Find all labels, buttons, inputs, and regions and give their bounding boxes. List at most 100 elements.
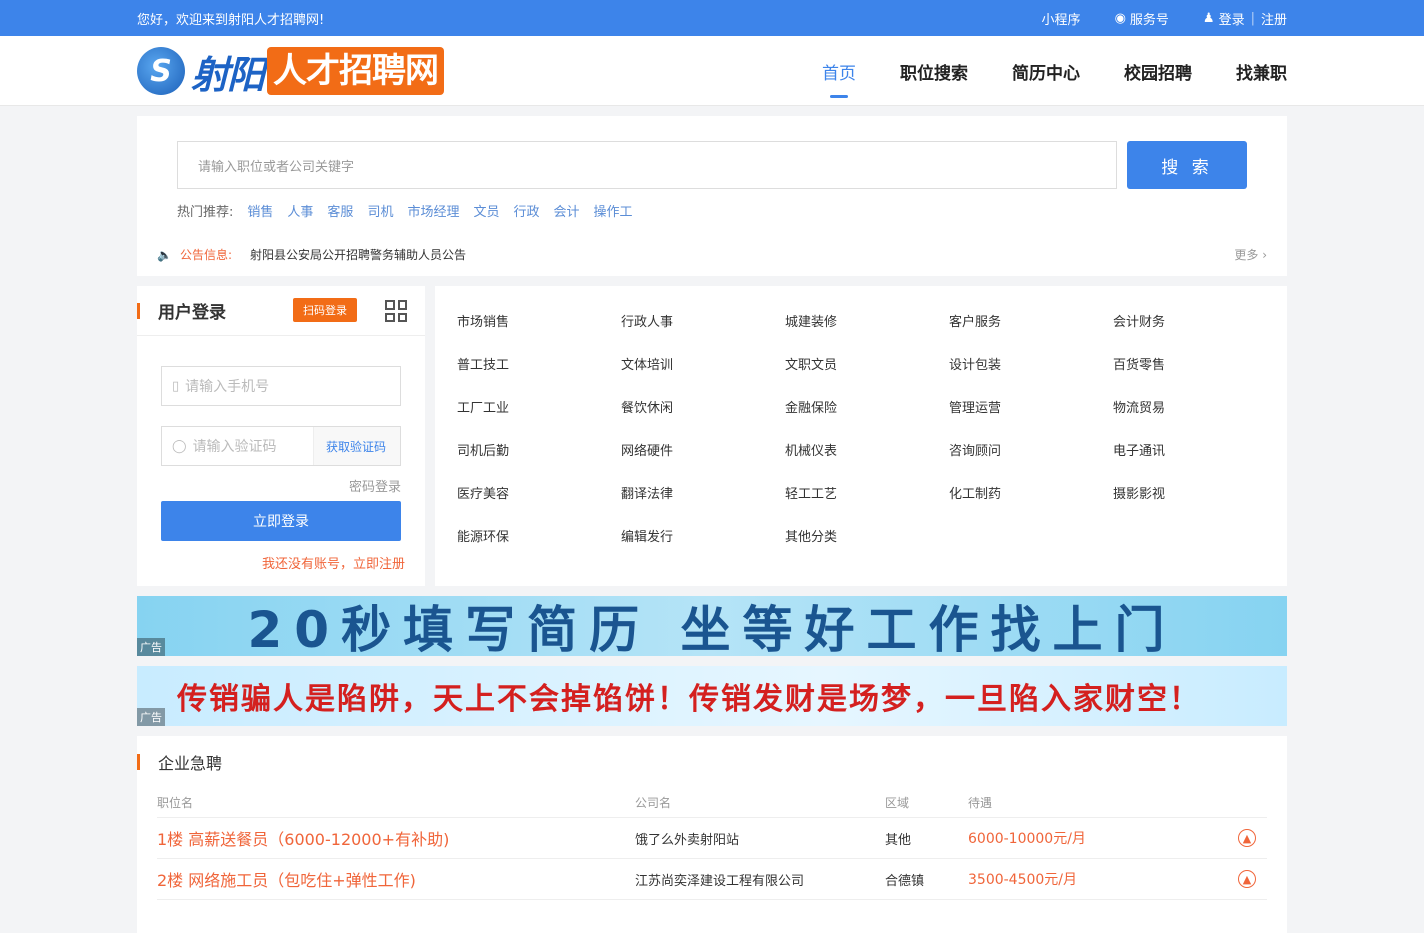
section-accent-bar (137, 302, 140, 319)
table-row[interactable]: 1楼 高薪送餐员（6000-12000+有补助) 饿了么外卖射阳站 其他 600… (157, 818, 1267, 859)
user-icon: ♟ (1202, 10, 1215, 26)
category-link[interactable]: 金融保险 (785, 397, 949, 440)
hot-keyword[interactable]: 会计 (554, 201, 580, 220)
column-header: 职位名 (157, 796, 194, 810)
get-code-button[interactable]: 获取验证码 (312, 427, 400, 465)
notice-more-link[interactable]: 更多 › (1234, 246, 1267, 263)
search-input[interactable]: 请输入职位或者公司关键字 (177, 141, 1117, 189)
category-link[interactable]: 物流贸易 (1113, 397, 1277, 440)
qr-login-tag[interactable]: 扫码登录 (293, 298, 357, 322)
hot-keyword[interactable]: 文员 (473, 201, 499, 220)
category-link[interactable]: 编辑发行 (621, 526, 785, 569)
search-button[interactable]: 搜 索 (1127, 141, 1247, 189)
login-panel: 用户登录 扫码登录 ▯ 请输入手机号 ◯ 请输入验证码 获取验证码 密码登录 立… (137, 286, 425, 586)
category-link[interactable]: 客户服务 (949, 311, 1113, 354)
area: 其他 (885, 832, 912, 848)
salary: 6000-10000元/月 (968, 831, 1086, 847)
category-link[interactable]: 医疗美容 (457, 483, 621, 526)
column-header: 区域 (885, 796, 910, 810)
salary: 3500-4500元/月 (968, 872, 1078, 888)
category-link[interactable]: 能源环保 (457, 526, 621, 569)
category-link[interactable]: 会计财务 (1113, 311, 1277, 354)
login-submit-button[interactable]: 立即登录 (161, 501, 401, 541)
category-link[interactable]: 司机后勤 (457, 440, 621, 483)
hot-keyword[interactable]: 客服 (327, 201, 353, 220)
column-header: 公司名 (635, 796, 672, 810)
category-link[interactable]: 摄影影视 (1113, 483, 1277, 526)
hot-keyword[interactable]: 司机 (367, 201, 393, 220)
category-link[interactable]: 百货零售 (1113, 354, 1277, 397)
logo-emblem-icon: S (137, 47, 185, 95)
notice-text[interactable]: 射阳县公安局公开招聘警务辅助人员公告 (250, 246, 1234, 263)
urgent-jobs-panel: 企业急聘 职位名 公司名 区域 待遇 1楼 高薪送餐员（6000-12000+有… (137, 736, 1287, 933)
table-row[interactable]: 2楼 网络施工员（包吃住+弹性工作) 江苏尚奕泽建设工程有限公司 合德镇 350… (157, 859, 1267, 900)
logo-city-text: 射阳 (191, 52, 265, 97)
password-login-link[interactable]: 密码登录 (161, 476, 401, 495)
qr-code-icon[interactable] (385, 300, 407, 322)
service-account-link[interactable]: ◉ 服务号 (1115, 9, 1169, 28)
category-link[interactable]: 管理运营 (949, 397, 1113, 440)
up-arrow-icon: ▲ (1238, 829, 1256, 847)
top-links: 小程序 ◉ 服务号 ♟ 登录 | 注册 (1008, 9, 1287, 28)
hot-keyword[interactable]: 销售 (247, 201, 273, 220)
notice-bar: 🔈 公告信息: 射阳县公安局公开招聘警务辅助人员公告 更多 › (157, 246, 1267, 263)
wechat-icon: ◉ (1114, 10, 1126, 26)
job-title[interactable]: 2楼 网络施工员（包吃住+弹性工作) (157, 867, 635, 891)
job-title[interactable]: 1楼 高薪送餐员（6000-12000+有补助) (157, 826, 635, 850)
hot-keyword[interactable]: 市场经理 (407, 201, 459, 220)
phone-placeholder: 请输入手机号 (185, 379, 270, 395)
hot-keyword[interactable]: 人事 (287, 201, 313, 220)
company-name[interactable]: 饿了么外卖射阳站 (635, 829, 885, 848)
category-link[interactable]: 网络硬件 (621, 440, 785, 483)
category-link[interactable]: 机械仪表 (785, 440, 949, 483)
category-link[interactable]: 文职文员 (785, 354, 949, 397)
ad-banner-warning[interactable]: 传销骗人是陷阱，天上不会掉馅饼！传销发财是场梦，一旦陷入家财空！ 广告 (137, 666, 1287, 726)
search-panel: 请输入职位或者公司关键字 搜 索 热门推荐: 销售 人事 客服 司机 市场经理 … (137, 116, 1287, 276)
category-link[interactable]: 设计包装 (949, 354, 1113, 397)
nav-item-part-time[interactable]: 找兼职 (1236, 51, 1287, 92)
banner-text: 传销骗人是陷阱，天上不会掉馅饼！传销发财是场梦，一旦陷入家财空！ (177, 682, 1201, 717)
category-link[interactable]: 行政人事 (621, 311, 785, 354)
job-categories: 市场销售 行政人事 城建装修 客户服务 会计财务普工技工 文体培训 文职文员 设计包装 百货零售… (435, 286, 1287, 586)
category-link[interactable]: 咨询顾问 (949, 440, 1113, 483)
nav-item-resume-center[interactable]: 简历中心 (1012, 51, 1080, 92)
nav-item-campus[interactable]: 校园招聘 (1124, 51, 1192, 92)
nav-item-job-search[interactable]: 职位搜索 (900, 51, 968, 92)
category-link[interactable]: 翻译法律 (621, 483, 785, 526)
category-link[interactable]: 文体培训 (621, 354, 785, 397)
notice-label: 公告信息: (179, 248, 232, 262)
service-account-label: 服务号 (1129, 12, 1169, 28)
register-now-link[interactable]: 我还没有账号，立即注册 (157, 553, 405, 572)
login-label: 登录 (1218, 12, 1245, 28)
ad-banner-resume[interactable]: 20秒填写简历 坐等好工作找上门 广告 (137, 596, 1287, 656)
mini-program-link[interactable]: 小程序 (1042, 9, 1081, 28)
nav-item-home[interactable]: 首页 (822, 51, 856, 98)
company-name[interactable]: 江苏尚奕泽建设工程有限公司 (635, 870, 885, 889)
section-accent-bar (137, 754, 140, 770)
shield-icon: ◯ (172, 438, 187, 454)
main-nav: 首页 职位搜索 简历中心 校园招聘 找兼职 (822, 51, 1287, 98)
column-header: 待遇 (968, 796, 993, 810)
register-link[interactable]: 注册 (1261, 9, 1287, 28)
up-arrow-icon: ▲ (1238, 870, 1256, 888)
category-link[interactable]: 市场销售 (457, 311, 621, 354)
ad-label: 广告 (137, 638, 165, 656)
category-link[interactable]: 其他分类 (785, 526, 949, 569)
hot-keyword[interactable]: 行政 (513, 201, 539, 220)
top-bar: 您好，欢迎来到射阳人才招聘网! 小程序 ◉ 服务号 ♟ 登录 | 注册 (0, 0, 1424, 36)
category-link[interactable]: 工厂工业 (457, 397, 621, 440)
category-link[interactable]: 轻工工艺 (785, 483, 949, 526)
code-field[interactable]: ◯ 请输入验证码 获取验证码 (161, 426, 401, 466)
login-link[interactable]: ♟ 登录 (1203, 9, 1245, 28)
category-link[interactable]: 普工技工 (457, 354, 621, 397)
header: S 射阳 人才招聘网 首页 职位搜索 简历中心 校园招聘 找兼职 (0, 36, 1424, 106)
hot-keyword[interactable]: 操作工 (594, 201, 633, 220)
hot-keywords: 热门推荐: 销售 人事 客服 司机 市场经理 文员 行政 会计 操作工 (177, 201, 1247, 220)
site-logo[interactable]: S 射阳 人才招聘网 (137, 44, 445, 99)
banner-text: 20秒填写简历 坐等好工作找上门 (247, 601, 1177, 656)
category-link[interactable]: 餐饮休闲 (621, 397, 785, 440)
category-link[interactable]: 城建装修 (785, 311, 949, 354)
phone-field[interactable]: ▯ 请输入手机号 (161, 366, 401, 406)
category-link[interactable]: 化工制药 (949, 483, 1113, 526)
category-link[interactable]: 电子通讯 (1113, 440, 1277, 483)
